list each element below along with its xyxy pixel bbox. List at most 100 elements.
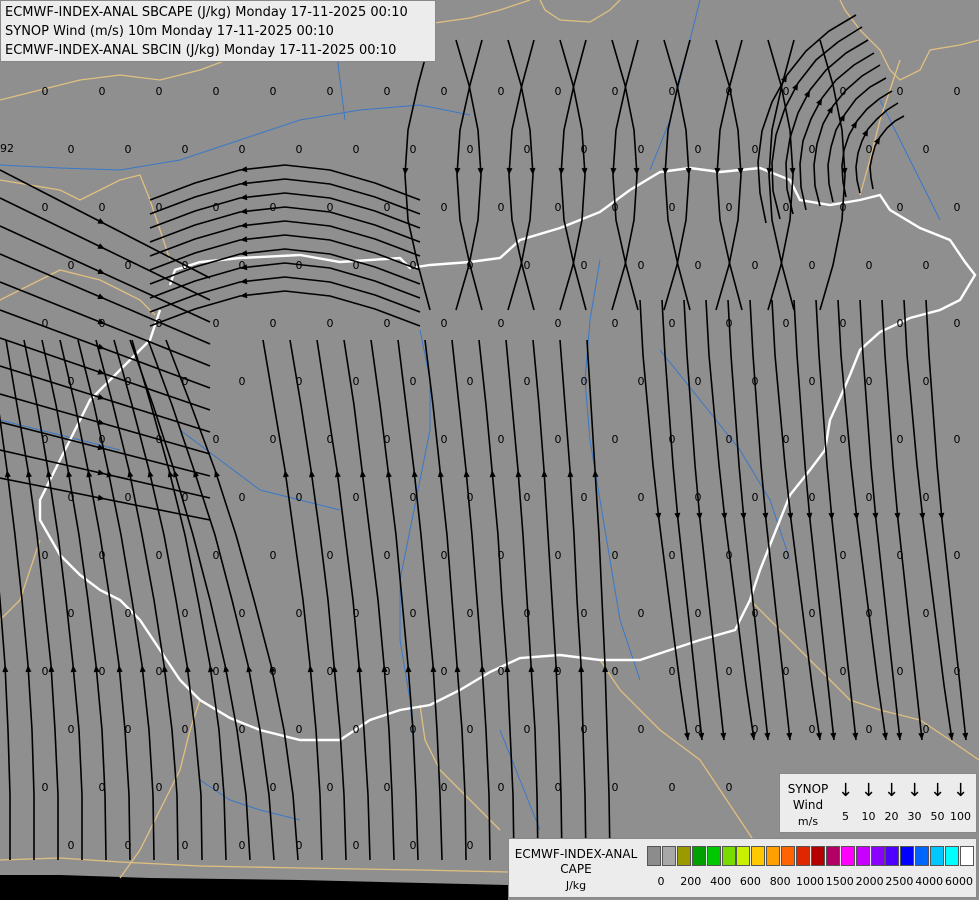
- cape-value-label: 0: [897, 433, 904, 446]
- cape-color-swatch: [647, 846, 661, 866]
- cape-value-label-edge: 92: [0, 142, 14, 155]
- cape-value-label: 0: [156, 433, 163, 446]
- cape-value-label: 0: [467, 723, 474, 736]
- cape-value-label: 0: [498, 85, 505, 98]
- cape-value-label: 0: [695, 259, 702, 272]
- cape-value-label: 0: [638, 259, 645, 272]
- cape-value-label: 0: [68, 259, 75, 272]
- cape-tick-label: 1000: [796, 875, 824, 888]
- cape-value-label: 0: [410, 259, 417, 272]
- cape-color-swatch: [781, 846, 796, 866]
- wind-legend-title-2: Wind: [792, 798, 824, 812]
- cape-value-label: 0: [296, 375, 303, 388]
- cape-value-label: 0: [327, 85, 334, 98]
- wind-legend-speed: 5: [842, 810, 849, 823]
- cape-value-label: 0: [695, 143, 702, 156]
- cape-tick-label: 2500: [885, 875, 914, 888]
- cape-tick-label: 4000: [915, 875, 944, 888]
- cape-value-label: 0: [296, 839, 303, 852]
- cape-value-label: 0: [638, 143, 645, 156]
- cape-value-label: 0: [441, 317, 448, 330]
- cape-color-swatch: [840, 846, 855, 866]
- cape-value-label: 0: [581, 259, 588, 272]
- cape-value-label: 0: [99, 781, 106, 794]
- cape-value-label: 0: [555, 781, 562, 794]
- cape-value-label: 0: [42, 317, 49, 330]
- cape-value-label: 0: [840, 85, 847, 98]
- cape-color-swatch: [959, 846, 974, 866]
- wind-legend-arrow-icon: ↓: [860, 780, 877, 801]
- cape-color-swatch: [691, 846, 706, 866]
- cape-value-label: 0: [99, 549, 106, 562]
- cape-value-label: 0: [384, 549, 391, 562]
- cape-value-label: 0: [213, 433, 220, 446]
- cape-value-label: 0: [213, 317, 220, 330]
- cape-value-label: 0: [809, 259, 816, 272]
- cape-value-label: 0: [270, 201, 277, 214]
- cape-value-label: 0: [555, 433, 562, 446]
- cape-tick-label: 600: [739, 875, 761, 888]
- cape-value-label: 0: [296, 259, 303, 272]
- cape-value-label: 0: [866, 607, 873, 620]
- cape-value-label: 0: [840, 549, 847, 562]
- cape-value-label: 0: [954, 317, 961, 330]
- cape-value-label: 0: [327, 549, 334, 562]
- cape-color-swatch: [855, 846, 870, 866]
- cape-value-label: 0: [840, 317, 847, 330]
- cape-value-label: 0: [783, 85, 790, 98]
- cape-color-swatch: [706, 846, 721, 866]
- cape-value-label: 0: [669, 549, 676, 562]
- cape-value-label: 0: [726, 781, 733, 794]
- cape-value-label: 0: [695, 491, 702, 504]
- cape-value-label: 0: [726, 317, 733, 330]
- cape-value-label: 0: [213, 781, 220, 794]
- wind-legend-arrow-icon: ↓: [883, 780, 900, 801]
- cape-value-label: 0: [410, 723, 417, 736]
- cape-color-swatch: [930, 846, 945, 866]
- cape-value-label: 0: [669, 433, 676, 446]
- cape-value-label: 0: [270, 665, 277, 678]
- cape-value-label: 0: [441, 85, 448, 98]
- cape-value-label: 0: [410, 143, 417, 156]
- weather-map: 0 0 0 0 0 0 0 0 0 0 0 0 0 0 0 0 0 0 0 0 0 0 0 0 0 0 0 0 0 0 0 0 0 0 0 0 0 0 0 0…: [0, 0, 979, 900]
- cape-color-swatch: [885, 846, 900, 866]
- cape-value-label: 0: [752, 375, 759, 388]
- cape-value-label: 0: [612, 433, 619, 446]
- cape-color-swatch: [915, 846, 930, 866]
- cape-value-label: 0: [923, 607, 930, 620]
- cape-value-label: 0: [239, 607, 246, 620]
- cape-value-label: 0: [612, 201, 619, 214]
- cape-value-label: 0: [695, 607, 702, 620]
- cape-tick-label: 1500: [825, 875, 854, 888]
- cape-value-label: 0: [581, 723, 588, 736]
- cape-value-label: 0: [156, 549, 163, 562]
- cape-value-label: 0: [923, 259, 930, 272]
- cape-color-swatch: [766, 846, 781, 866]
- cape-value-label: 0: [68, 839, 75, 852]
- cape-value-label: 0: [809, 143, 816, 156]
- cape-value-label: 0: [612, 781, 619, 794]
- cape-value-label: 0: [467, 607, 474, 620]
- cape-value-label: 0: [99, 201, 106, 214]
- cape-value-label: 0: [239, 723, 246, 736]
- cape-tick-label: 0: [657, 875, 665, 888]
- cape-color-swatch: [721, 846, 736, 866]
- wind-legend-speed: 20: [884, 810, 899, 823]
- cape-value-label: 0: [296, 143, 303, 156]
- cape-value-label: 0: [726, 433, 733, 446]
- cape-value-label: 0: [296, 491, 303, 504]
- cape-value-label: 0: [156, 85, 163, 98]
- cape-color-swatch: [900, 846, 915, 866]
- cape-value-label: 0: [840, 665, 847, 678]
- cape-value-label: 0: [353, 259, 360, 272]
- cape-value-label: 0: [809, 723, 816, 736]
- cape-value-label: 0: [410, 839, 417, 852]
- cape-value-label: 0: [669, 665, 676, 678]
- cape-value-label: 0: [498, 317, 505, 330]
- cape-value-label: 0: [68, 375, 75, 388]
- cape-value-label: 0: [239, 143, 246, 156]
- cape-value-label: 0: [752, 491, 759, 504]
- cape-value-label: 0: [125, 375, 132, 388]
- cape-tick-label: 2000: [855, 875, 884, 888]
- cape-value-label: 0: [498, 665, 505, 678]
